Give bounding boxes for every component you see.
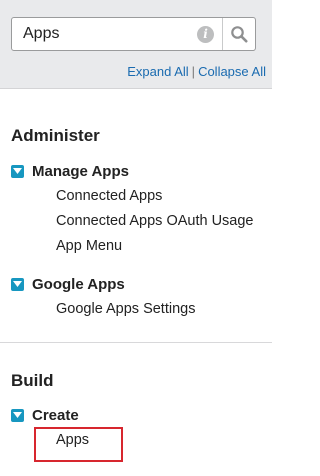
tree-node-label: Manage Apps (32, 162, 129, 180)
search-button[interactable] (223, 18, 255, 50)
expand-all-link[interactable]: Expand All (127, 64, 188, 79)
collapse-toggle-icon[interactable] (11, 408, 24, 422)
tree-item-connected-apps[interactable]: Connected Apps (56, 188, 162, 204)
tree-node-label: Create (32, 406, 79, 424)
collapse-toggle-icon[interactable] (11, 164, 24, 178)
triangle-down-icon (13, 168, 22, 174)
tree-item-google-apps-settings[interactable]: Google Apps Settings (56, 301, 195, 317)
expand-collapse-controls: Expand All | Collapse All (127, 64, 266, 79)
tree-node-label: Google Apps (32, 275, 125, 293)
triangle-down-icon (13, 281, 22, 287)
collapse-toggle-icon[interactable] (11, 277, 24, 291)
tree-item-connected-apps-oauth-usage[interactable]: Connected Apps OAuth Usage (56, 213, 254, 229)
triangle-down-icon (13, 412, 22, 418)
search-box: i (11, 17, 256, 51)
info-icon[interactable]: i (197, 26, 214, 43)
section-title-administer: Administer (11, 126, 100, 145)
collapse-all-link[interactable]: Collapse All (198, 64, 266, 79)
section-divider (0, 342, 272, 343)
section-title-build: Build (11, 371, 54, 390)
link-separator: | (191, 64, 196, 79)
tree-item-app-menu[interactable]: App Menu (56, 238, 122, 254)
tree-node-manage-apps[interactable]: Manage Apps (11, 162, 129, 180)
search-icon (231, 26, 248, 43)
search-input[interactable] (12, 18, 192, 50)
tree-node-create[interactable]: Create (11, 406, 79, 424)
tree-node-google-apps[interactable]: Google Apps (11, 275, 125, 293)
highlight-annotation-box (34, 427, 123, 462)
search-panel: i Expand All|Collapse All (0, 0, 272, 89)
